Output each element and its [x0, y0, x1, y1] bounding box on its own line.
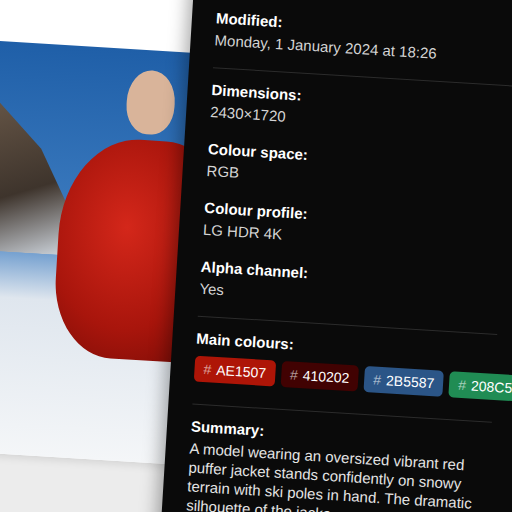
colour-swatches: #AE1507#410202#2B5587#208C54 — [192, 356, 512, 427]
colour-swatch[interactable]: #2B5587 — [364, 366, 445, 397]
swatch-hash: # — [203, 361, 212, 377]
field-value: LG HDR 4K — [202, 220, 512, 262]
screen: Modified:Monday, 1 January 2024 at 18:26… — [0, 0, 512, 512]
field-label: Colour space: — [207, 139, 512, 181]
scene: Modified:Monday, 1 January 2024 at 18:26… — [0, 0, 512, 512]
swatch-hash: # — [290, 366, 299, 382]
info-field: Modified:Monday, 1 January 2024 at 18:26 — [213, 8, 512, 90]
swatch-hash: # — [458, 377, 467, 393]
photo-head — [125, 69, 177, 136]
swatch-hex: 2B5587 — [386, 372, 435, 391]
field-value: Yes — [199, 279, 512, 321]
colour-swatch[interactable]: #AE1507 — [194, 356, 276, 387]
field-value: Monday, 1 January 2024 at 18:26 — [214, 30, 512, 72]
swatch-hash: # — [373, 372, 382, 388]
field-label: Alpha channel: — [200, 257, 512, 299]
swatch-hex: AE1507 — [216, 362, 267, 381]
field-value: 2430×1720 — [210, 102, 512, 144]
swatch-hex: 208C54 — [471, 377, 512, 396]
colour-swatch[interactable]: #410202 — [280, 361, 359, 392]
info-panel: Modified:Monday, 1 January 2024 at 18:26… — [159, 0, 512, 512]
colour-swatch[interactable]: #208C54 — [449, 371, 512, 402]
swatch-hex: 410202 — [302, 367, 350, 386]
field-value: RGB — [206, 161, 512, 203]
summary-text: A model wearing an oversized vibrant red… — [186, 438, 490, 512]
